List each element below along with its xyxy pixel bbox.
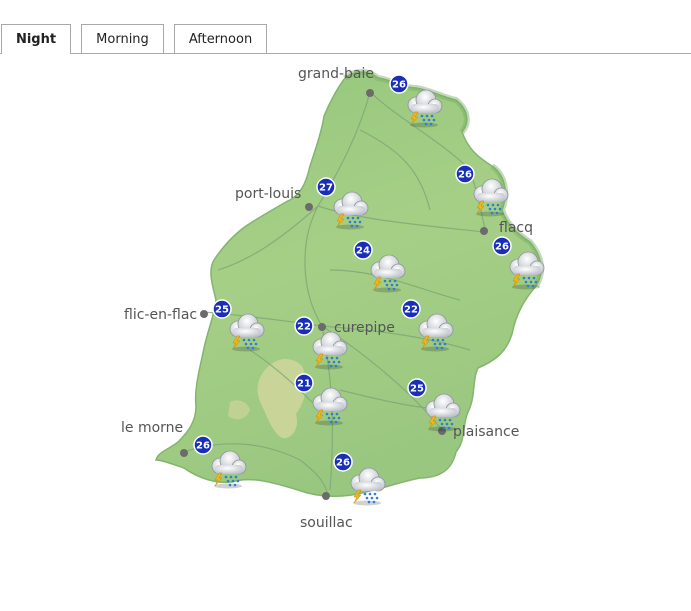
island-map: grand-baie port-louis flacq flic-en-flac… xyxy=(121,66,545,531)
town-label-le-morne: le morne xyxy=(121,420,183,436)
temperature-value: 26 xyxy=(196,441,210,452)
temperature-value: 25 xyxy=(410,384,424,395)
temperature-value: 26 xyxy=(458,170,472,181)
temperature-value: 26 xyxy=(336,458,350,469)
temperature-value: 24 xyxy=(356,246,370,257)
town-dot-curepipe xyxy=(318,323,326,331)
town-label-grand-baie: grand-baie xyxy=(298,66,374,82)
town-dot-flacq xyxy=(480,227,488,235)
town-label-plaisance: plaisance xyxy=(453,424,519,440)
town-label-flacq: flacq xyxy=(499,220,533,236)
temperature-value: 26 xyxy=(495,242,509,253)
town-dot-le-morne xyxy=(180,449,188,457)
town-label-souillac: souillac xyxy=(300,515,353,531)
town-label-port-louis: port-louis xyxy=(235,186,301,202)
town-dot-grand-baie xyxy=(366,89,374,97)
temperature-value: 27 xyxy=(319,183,333,194)
temperature-value: 21 xyxy=(297,379,311,390)
temperature-value: 22 xyxy=(404,305,418,316)
tab-night[interactable]: Night xyxy=(1,24,71,54)
town-label-flic-en-flac: flic-en-flac xyxy=(124,307,197,323)
temperature-value: 26 xyxy=(392,80,406,91)
town-label-curepipe: curepipe xyxy=(334,320,395,336)
town-dot-souillac xyxy=(322,492,330,500)
temperature-value: 25 xyxy=(215,305,229,316)
town-dot-flic-en-flac xyxy=(200,310,208,318)
town-dot-port-louis xyxy=(305,203,313,211)
temperature-value: 22 xyxy=(297,322,311,333)
